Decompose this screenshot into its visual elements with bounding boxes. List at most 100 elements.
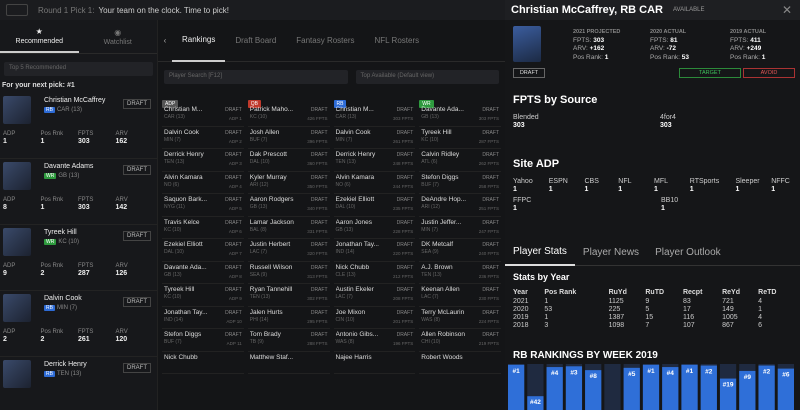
ranking-row[interactable]: Christian M... CAR (13) DRAFT 303 FPTS — [333, 104, 416, 127]
recommended-filter[interactable]: Top 5 Recommended — [4, 62, 153, 76]
draft-button[interactable]: DRAFT — [482, 310, 499, 316]
ranking-row[interactable]: Stefon Diggs BUF (7) DRAFT ADP 11 — [162, 329, 244, 352]
draft-button[interactable]: DRAFT — [311, 175, 328, 181]
draft-button[interactable]: DRAFT — [225, 220, 242, 226]
draft-button[interactable]: DRAFT — [225, 152, 242, 158]
ranking-row[interactable]: A.J. Brown TEN (13) DRAFT 236 FPTS — [419, 262, 501, 284]
draft-button[interactable]: DRAFT — [225, 310, 242, 316]
draft-button[interactable]: DRAFT — [311, 242, 328, 248]
draft-button[interactable]: DRAFT — [482, 107, 499, 113]
draft-button[interactable]: DRAFT — [482, 152, 499, 158]
tab-rankings[interactable]: Rankings — [172, 20, 226, 62]
draft-button[interactable]: DRAFT — [311, 130, 328, 136]
draft-button[interactable]: DRAFT — [311, 197, 328, 203]
view-select[interactable]: Top Available (Default view) — [355, 70, 499, 84]
ranking-row[interactable]: Ezekiel Elliott DAL (10) DRAFT ADP 7 — [162, 239, 244, 262]
avoid-button[interactable]: AVOID — [743, 68, 795, 78]
draft-button[interactable]: DRAFT — [311, 107, 328, 113]
draft-button[interactable]: DRAFT — [397, 310, 414, 316]
tab-recommended[interactable]: ★ Recommended — [0, 20, 79, 53]
ranking-row[interactable]: Tyreek Hill KC (10) DRAFT ADP 9 — [162, 284, 244, 307]
draft-button[interactable]: DRAFT — [123, 99, 151, 109]
draft-button[interactable]: DRAFT — [123, 231, 151, 241]
close-icon[interactable]: ✕ — [782, 3, 792, 17]
ranking-row[interactable]: Dalvin Cook MIN (7) DRAFT 261 FPTS — [333, 127, 416, 149]
tab-nfl-rosters[interactable]: NFL Rosters — [365, 20, 430, 62]
ranking-row[interactable]: Aaron Rodgers GB (13) DRAFT 340 FPTS — [247, 194, 330, 217]
draft-button[interactable]: DRAFT — [225, 242, 242, 248]
ranking-row[interactable]: Davante Ada... GB (13) DRAFT ADP 8 — [162, 262, 244, 284]
draft-button[interactable]: DRAFT — [123, 165, 151, 175]
tab-fantasy-rosters[interactable]: Fantasy Rosters — [286, 20, 364, 62]
ranking-row[interactable]: Josh Allen BUF (7) DRAFT 396 FPTS — [247, 127, 330, 149]
tab-player-stats[interactable]: Player Stats — [505, 240, 575, 266]
ranking-row[interactable]: Matthew Staf... — [247, 352, 330, 374]
chevron-left-icon[interactable]: ‹ — [158, 36, 172, 45]
draft-button[interactable]: DRAFT — [311, 287, 328, 293]
draft-button[interactable]: DRAFT — [225, 197, 242, 203]
tab-draft-board[interactable]: Draft Board — [225, 20, 286, 62]
ranking-row[interactable]: Ryan Tannehill TEN (13) DRAFT 302 FPTS — [247, 284, 330, 307]
draft-button[interactable]: DRAFT — [482, 175, 499, 181]
draft-button[interactable]: DRAFT — [225, 175, 242, 181]
ranking-row[interactable]: Antonio Gibs... WAS (8) DRAFT 196 FPTS — [333, 329, 416, 352]
draft-button[interactable]: DRAFT — [225, 332, 242, 338]
tab-player-news[interactable]: Player News — [575, 240, 647, 266]
draft-button[interactable]: DRAFT — [482, 130, 499, 136]
draft-button[interactable]: DRAFT — [397, 265, 414, 271]
draft-button[interactable]: DRAFT — [225, 287, 242, 293]
ranking-row[interactable]: Calvin Ridley ATL (6) DRAFT 262 FPTS — [419, 149, 501, 172]
ranking-row[interactable]: Justin Herbert LAC (7) DRAFT 320 FPTS — [247, 239, 330, 262]
ranking-row[interactable]: Russell Wilson SEA (9) DRAFT 313 FPTS — [247, 262, 330, 284]
ranking-row[interactable]: Keenan Allen LAC (7) DRAFT 230 FPTS — [419, 284, 501, 307]
draft-button[interactable]: DRAFT — [311, 152, 328, 158]
draft-button[interactable]: DRAFT — [397, 152, 414, 158]
draft-button[interactable]: DRAFT — [482, 332, 499, 338]
ranking-row[interactable]: Davante Ada... GB (13) DRAFT 303 FPTS — [419, 104, 501, 127]
recommended-card[interactable]: Dalvin Cook RB MIN (7) DRAFT ADP 2 Pos Rnk 2 FPT… — [0, 291, 157, 357]
ranking-row[interactable]: Tyreek Hill KC (10) DRAFT 287 FPTS — [419, 127, 501, 149]
ranking-row[interactable]: Jalen Hurts PHI (14) DRAFT 295 FPTS — [247, 307, 330, 329]
draft-button[interactable]: DRAFT — [225, 107, 242, 113]
ranking-row[interactable]: Aaron Jones GB (13) DRAFT 228 FPTS — [333, 217, 416, 239]
draft-button[interactable]: DRAFT — [311, 332, 328, 338]
draft-button[interactable]: DRAFT — [397, 242, 414, 248]
ranking-row[interactable]: Patrick Maho... KC (10) DRAFT 426 FPTS — [247, 104, 330, 127]
draft-button[interactable]: DRAFT — [397, 332, 414, 338]
ranking-row[interactable]: Austin Ekeler LAC (7) DRAFT 208 FPTS — [333, 284, 416, 307]
ranking-row[interactable]: Saquon Bark... NYG (11) DRAFT ADP 5 — [162, 194, 244, 217]
target-button[interactable]: TARGET — [679, 68, 741, 78]
ranking-row[interactable]: Najee Harris — [333, 352, 416, 374]
draft-button[interactable]: DRAFT — [482, 287, 499, 293]
ranking-row[interactable]: Dalvin Cook MIN (7) DRAFT ADP 2 — [162, 127, 244, 149]
tab-player-outlook[interactable]: Player Outlook — [647, 240, 729, 266]
ranking-row[interactable]: Jonathan Tay... IND (14) DRAFT 220 FPTS — [333, 239, 416, 262]
ranking-row[interactable]: Joe Mixon CIN (10) DRAFT 201 FPTS — [333, 307, 416, 329]
draft-button[interactable]: DRAFT — [311, 220, 328, 226]
draft-button[interactable]: DRAFT — [482, 265, 499, 271]
tab-watchlist[interactable]: ◉ Watchlist — [79, 20, 158, 53]
ranking-row[interactable]: Allen Robinson CHI (10) DRAFT 219 FPTS — [419, 329, 501, 352]
player-search-input[interactable]: Player Search [F12] — [164, 70, 348, 84]
ranking-row[interactable]: Terry McLaurin WAS (8) DRAFT 224 FPTS — [419, 307, 501, 329]
ranking-row[interactable]: Nick Chubb — [162, 352, 244, 374]
ranking-row[interactable]: Derrick Henry TEN (13) DRAFT 248 FPTS — [333, 149, 416, 172]
draft-button[interactable]: DRAFT — [397, 220, 414, 226]
draft-button[interactable]: DRAFT — [123, 297, 151, 307]
draft-button[interactable]: DRAFT — [482, 197, 499, 203]
draft-button[interactable]: DRAFT — [397, 107, 414, 113]
draft-button[interactable]: DRAFT — [482, 220, 499, 226]
ranking-row[interactable]: Alvin Kamara NO (6) DRAFT 244 FPTS — [333, 172, 416, 194]
ranking-row[interactable]: Travis Kelce KC (10) DRAFT ADP 6 — [162, 217, 244, 239]
recommended-card[interactable]: Derrick Henry RB TEN (13) DRAFT — [0, 357, 157, 410]
draft-button[interactable]: DRAFT — [311, 265, 328, 271]
draft-button[interactable]: DRAFT — [397, 175, 414, 181]
ranking-row[interactable]: Dak Prescott DAL (10) DRAFT 360 FPTS — [247, 149, 330, 172]
ranking-row[interactable]: Nick Chubb CLE (13) DRAFT 212 FPTS — [333, 262, 416, 284]
draft-button[interactable]: DRAFT — [397, 287, 414, 293]
ranking-row[interactable]: DeAndre Hop... ARI (12) DRAFT 251 FPTS — [419, 194, 501, 217]
draft-button[interactable]: DRAFT — [225, 265, 242, 271]
ranking-row[interactable]: Jonathan Tay... IND (14) DRAFT ADP 10 — [162, 307, 244, 329]
draft-button[interactable]: DRAFT — [482, 242, 499, 248]
ranking-row[interactable]: Justin Jeffer... MIN (7) DRAFT 247 FPTS — [419, 217, 501, 239]
